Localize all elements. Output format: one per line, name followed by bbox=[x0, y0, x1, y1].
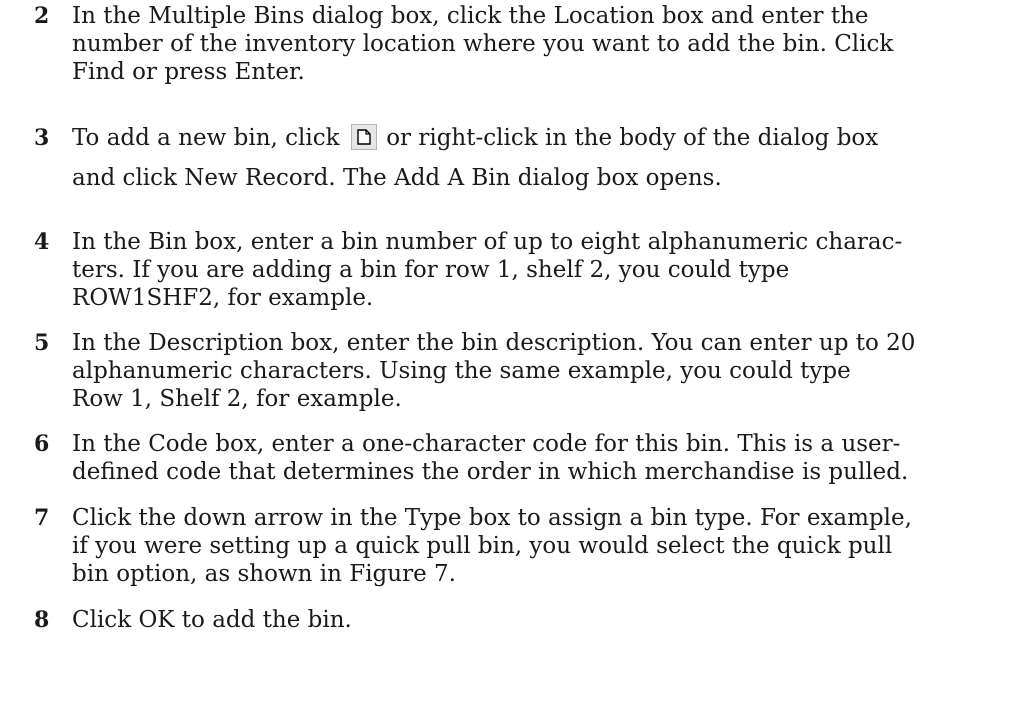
step-line: Click the down arrow in the Type box to … bbox=[72, 505, 912, 531]
instruction-page: 2 In the Multiple Bins dialog box, click… bbox=[0, 0, 1013, 702]
new-document-glyph bbox=[357, 129, 371, 145]
step-line: In the Code box, enter a one-character c… bbox=[72, 431, 901, 457]
step-text-after-icon: or right-click in the body of the dialog… bbox=[386, 125, 879, 151]
step-line: In the Multiple Bins dialog box, click t… bbox=[72, 3, 869, 29]
new-record-icon bbox=[350, 124, 377, 150]
step-line: Click OK to add the bin. bbox=[72, 607, 352, 633]
step-text: In the Description box, enter the bin de… bbox=[72, 329, 1002, 413]
step-line: To add a new bin, click or right-click i… bbox=[72, 124, 1002, 152]
step-text: Click OK to add the bin. bbox=[72, 606, 1002, 634]
step-line: In the Description box, enter the bin de… bbox=[72, 330, 916, 356]
step-number: 2 bbox=[34, 3, 50, 29]
step-number: 3 bbox=[34, 125, 50, 151]
step-line: bin option, as shown in Figure 7. bbox=[72, 561, 456, 587]
step-number: 7 bbox=[34, 505, 50, 531]
step-line: Row 1, Shelf 2, for example. bbox=[72, 386, 402, 412]
step-line: if you were setting up a quick pull bin,… bbox=[72, 533, 893, 559]
step-text-before-icon: To add a new bin, click bbox=[72, 125, 340, 151]
step-line: Find or press Enter. bbox=[72, 59, 305, 85]
step-number: 6 bbox=[34, 431, 50, 457]
step-line: and click New Record. The Add A Bin dial… bbox=[72, 165, 722, 191]
step-line: ROW1SHF2, for example. bbox=[72, 285, 374, 311]
step-line: alphanumeric characters. Using the same … bbox=[72, 358, 851, 384]
step-text: In the Multiple Bins dialog box, click t… bbox=[72, 2, 1002, 86]
step-text: In the Code box, enter a one-character c… bbox=[72, 430, 1002, 486]
step-number: 8 bbox=[34, 607, 50, 633]
step-text: Click the down arrow in the Type box to … bbox=[72, 504, 1002, 588]
step-text: To add a new bin, click or right-click i… bbox=[72, 124, 1002, 192]
step-line: defined code that determines the order i… bbox=[72, 459, 909, 485]
step-number: 5 bbox=[34, 330, 50, 356]
step-number: 4 bbox=[34, 229, 50, 255]
step-line: ters. If you are adding a bin for row 1,… bbox=[72, 257, 790, 283]
step-line: number of the inventory location where y… bbox=[72, 31, 894, 57]
step-text: In the Bin box, enter a bin number of up… bbox=[72, 228, 1002, 312]
step-line: In the Bin box, enter a bin number of up… bbox=[72, 229, 903, 255]
